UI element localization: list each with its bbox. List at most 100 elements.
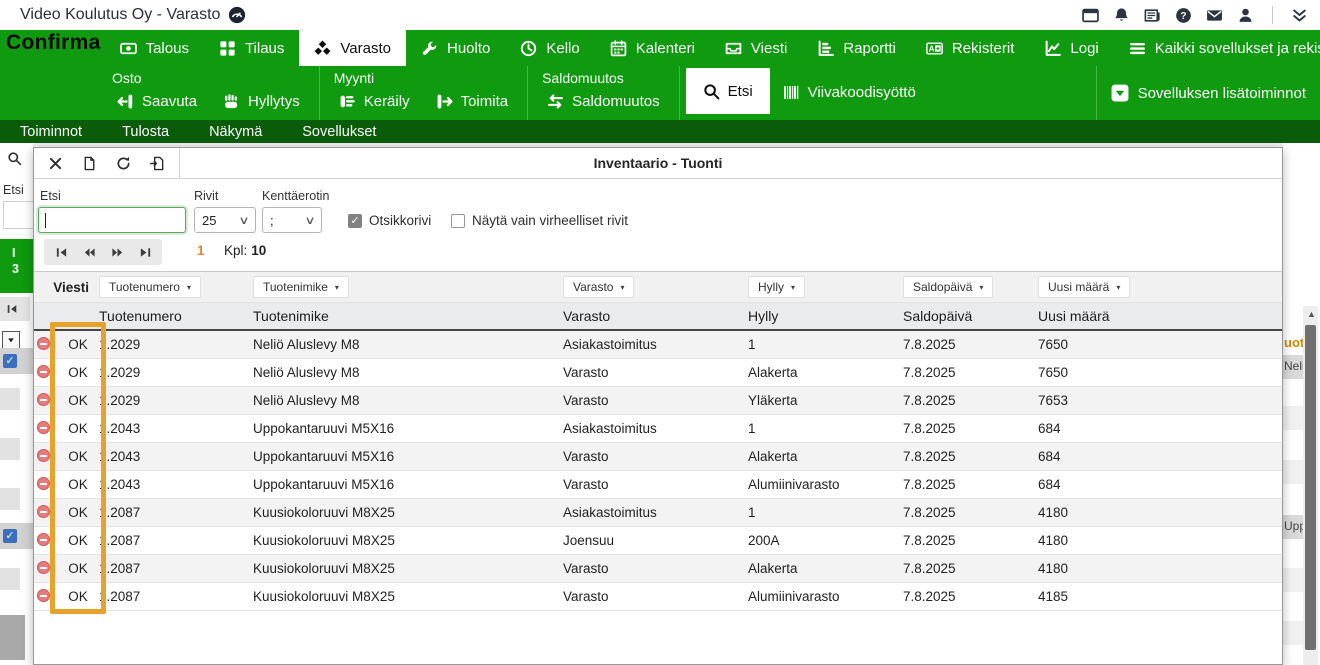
nav-item-label: Tilaus (245, 40, 284, 57)
cell-tuotenimike: Kuusiokoloruuvi M8X25 (253, 505, 563, 520)
column-header-varasto[interactable]: Varasto (563, 308, 748, 324)
first-page-icon[interactable] (0, 297, 30, 321)
current-page-number[interactable]: 1 (197, 243, 205, 258)
column-header-saldop-iv[interactable]: Saldopäivä (903, 308, 1038, 324)
user-icon[interactable] (1237, 7, 1254, 24)
errors-only-checkbox[interactable] (451, 214, 465, 228)
chevron-down-icon: ▾ (979, 283, 983, 292)
nav-item-rekisterit[interactable]: A Rekisterit (911, 30, 1030, 66)
nav-item-tilaus[interactable]: Tilaus (204, 30, 299, 66)
nav-item-talous[interactable]: Talous (105, 30, 204, 66)
remove-cell (37, 505, 57, 521)
background-row (1283, 460, 1304, 484)
clock-icon (520, 40, 537, 57)
search-icon (7, 151, 22, 166)
cell-hylly: Alumiinivarasto (748, 589, 903, 604)
remove-row-icon[interactable] (37, 477, 50, 490)
next-page-button[interactable] (105, 241, 129, 263)
app-extra-functions-button[interactable]: Sovelluksen lisätoiminnot (1111, 84, 1306, 102)
remove-row-icon[interactable] (37, 533, 50, 546)
remove-row-icon[interactable] (37, 421, 50, 434)
subnav-item-viivakoodisy-tt[interactable]: Viivakoodisyöttö (770, 78, 929, 107)
remove-row-icon[interactable] (37, 449, 50, 462)
prev-page-button[interactable] (77, 241, 101, 263)
subnav-item-hyllytys[interactable]: Hyllytys (210, 87, 313, 116)
svg-text:A: A (929, 44, 935, 53)
cell-uusi-maara: 4185 (1038, 589, 1282, 604)
background-row (0, 568, 20, 590)
newspaper-icon[interactable] (1144, 7, 1161, 24)
rows-select-label: Rivit (194, 189, 218, 203)
scroll-up-icon[interactable]: ▲ (1307, 309, 1316, 319)
nav-item-kalenteri[interactable]: Kalenteri (595, 30, 710, 66)
cell-hylly: Alakerta (748, 449, 903, 464)
double-chevron-down-icon[interactable] (1291, 7, 1308, 24)
column-filter-hylly[interactable]: Hylly▾ (748, 276, 805, 298)
column-filter-saldop-iv[interactable]: Saldopäivä▾ (903, 276, 993, 298)
dialog-search-input[interactable] (38, 207, 186, 233)
status-cell: OK (57, 421, 99, 436)
column-header-tuotenumero[interactable]: Tuotenumero (99, 308, 253, 324)
header-row-checkbox[interactable]: ✓ (348, 214, 362, 228)
nav-item-kaikki-sovellukset-ja-rekisterit[interactable]: Kaikki sovellukset ja rekisterit (1114, 30, 1320, 66)
bell-icon[interactable] (1113, 7, 1130, 24)
menu-toiminnot[interactable]: Toiminnot (20, 124, 108, 140)
cell-tuotenumero: 1.2043 (99, 421, 253, 436)
background-row (1283, 621, 1304, 645)
background-cell-fragment: Neli (1283, 355, 1304, 379)
column-filter-varasto[interactable]: Varasto▾ (563, 276, 634, 298)
row-checkbox[interactable]: ✓ (3, 529, 17, 543)
menu-tulosta[interactable]: Tulosta (122, 124, 195, 140)
cell-varasto: Varasto (563, 589, 748, 604)
nav-item-varasto[interactable]: Varasto (299, 30, 406, 66)
remove-row-icon[interactable] (37, 337, 50, 350)
subnav-item-saavuta[interactable]: Saavuta (104, 87, 210, 116)
column-filter-uusi-m-r[interactable]: Uusi määrä▾ (1038, 276, 1130, 298)
nav-item-raportti[interactable]: Raportti (802, 30, 911, 66)
column-header-tuotenimike[interactable]: Tuotenimike (253, 308, 563, 324)
row-checkbox[interactable]: ✓ (3, 354, 17, 368)
dialog-search-input-field[interactable] (39, 208, 197, 232)
menubar: Toiminnot Tulosta Näkymä Sovellukset (0, 120, 1320, 143)
remove-row-icon[interactable] (37, 561, 50, 574)
column-filter-tuotenimike[interactable]: Tuotenimike▾ (253, 276, 349, 298)
picking-hand-icon (339, 93, 356, 110)
remove-row-icon[interactable] (37, 589, 50, 602)
separator-select[interactable]: ; ∨ (262, 207, 322, 233)
subnav-item-ker-ily[interactable]: Keräily (326, 87, 423, 116)
menu-n-kym[interactable]: Näkymä (209, 124, 288, 140)
remove-row-icon[interactable] (37, 505, 50, 518)
remove-row-icon[interactable] (37, 365, 50, 378)
signin-arrow-icon (117, 93, 134, 110)
help-icon[interactable]: ? (1175, 7, 1192, 24)
nav-item-huolto[interactable]: Huolto (406, 30, 505, 66)
refresh-icon[interactable] (116, 156, 131, 171)
rows-select[interactable]: 25 ∨ (194, 207, 256, 233)
nav-item-viesti[interactable]: Viesti (710, 30, 802, 66)
nav-item-logi[interactable]: Logi (1029, 30, 1113, 66)
first-page-button[interactable] (49, 241, 73, 263)
nav-item-kello[interactable]: Kello (505, 30, 594, 66)
background-search-input[interactable] (3, 201, 33, 229)
signout-arrow-icon (436, 93, 453, 110)
cell-saldopaiva: 7.8.2025 (903, 505, 1038, 520)
subnav-item-saldomuutos[interactable]: Saldomuutos (534, 87, 673, 116)
cell-varasto: Varasto (563, 561, 748, 576)
mail-icon[interactable] (1206, 7, 1223, 24)
remove-row-icon[interactable] (37, 393, 50, 406)
column-filter-tuotenumero[interactable]: Tuotenumero▾ (99, 276, 201, 298)
menu-sovellukset[interactable]: Sovellukset (302, 124, 402, 140)
window-icon[interactable] (1082, 7, 1099, 24)
dropdown-arrow-icon[interactable] (2, 331, 20, 349)
column-header-uusi-m-r[interactable]: Uusi määrä (1038, 308, 1282, 324)
nav-item-label: Rekisterit (952, 40, 1015, 57)
last-page-button[interactable] (133, 241, 157, 263)
scrollbar-thumb[interactable] (1305, 325, 1316, 650)
import-icon[interactable] (150, 156, 165, 171)
subnav-item-toimita[interactable]: Toimita (423, 87, 522, 116)
new-document-icon[interactable] (82, 156, 97, 171)
column-header-hylly[interactable]: Hylly (748, 308, 903, 324)
close-icon[interactable] (48, 156, 63, 171)
nav-item-label: Kaikki sovellukset ja rekisterit (1155, 40, 1320, 57)
background-column-header-fragment: uot (1284, 335, 1304, 350)
